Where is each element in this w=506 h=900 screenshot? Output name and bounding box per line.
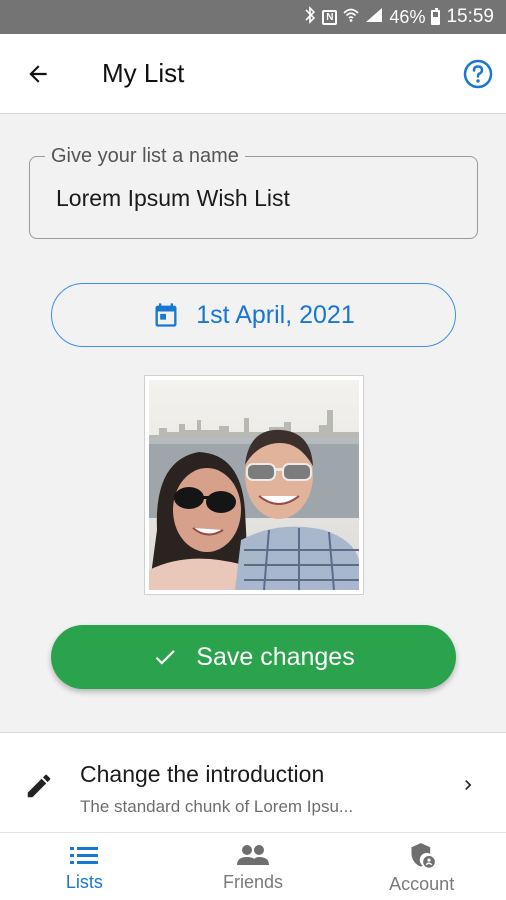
change-introduction-row[interactable]: Change the introduction The standard chu…	[0, 732, 506, 832]
list-photo[interactable]	[144, 375, 364, 595]
clock: 15:59	[446, 6, 494, 27]
list-name-input[interactable]: Lorem Ipsum Wish List	[56, 185, 290, 212]
app-bar: My List	[0, 34, 506, 114]
battery-percent: 46%	[389, 6, 426, 27]
status-bar: N 46% 15:59	[0, 0, 506, 34]
couple-photo	[149, 380, 359, 591]
signal-icon	[365, 7, 383, 28]
nav-lists[interactable]: Lists	[0, 833, 169, 900]
list-icon	[70, 847, 99, 864]
nav-lists-label: Lists	[65, 872, 103, 892]
account-shield-icon	[411, 843, 435, 868]
nav-friends-label: Friends	[222, 872, 284, 892]
calendar-icon	[155, 303, 177, 327]
wifi-icon	[343, 7, 359, 28]
chevron-right-icon	[465, 780, 472, 790]
nav-account-label: Account	[389, 874, 455, 894]
intro-subtitle: The standard chunk of Lorem Ipsu...	[80, 797, 354, 816]
list-name-field[interactable]: Give your list a name Lorem Ipsum Wish L…	[29, 145, 478, 239]
page-title: My List	[102, 58, 185, 88]
arrow-back-icon	[29, 65, 47, 83]
back-button[interactable]	[20, 56, 56, 92]
list-name-label: Give your list a name	[45, 145, 245, 168]
save-changes-button[interactable]: Save changes	[51, 625, 456, 689]
bluetooth-icon	[304, 6, 316, 28]
save-changes-label: Save changes	[196, 642, 355, 671]
nav-friends[interactable]: Friends	[169, 833, 338, 900]
help-circle-icon	[463, 59, 493, 89]
check-icon	[155, 650, 176, 665]
date-picker-button[interactable]: 1st April, 2021	[51, 283, 456, 347]
intro-title: Change the introduction	[80, 761, 325, 787]
bottom-navigation: Lists Friends Account	[0, 832, 506, 900]
nfc-icon: N	[322, 9, 338, 25]
nav-account[interactable]: Account	[337, 833, 506, 900]
date-label: 1st April, 2021	[196, 300, 355, 329]
help-button[interactable]	[462, 58, 494, 90]
pencil-icon	[27, 774, 51, 798]
battery-icon	[431, 7, 441, 25]
status-icons: N 46% 15:59	[304, 0, 494, 34]
people-icon	[237, 845, 269, 865]
